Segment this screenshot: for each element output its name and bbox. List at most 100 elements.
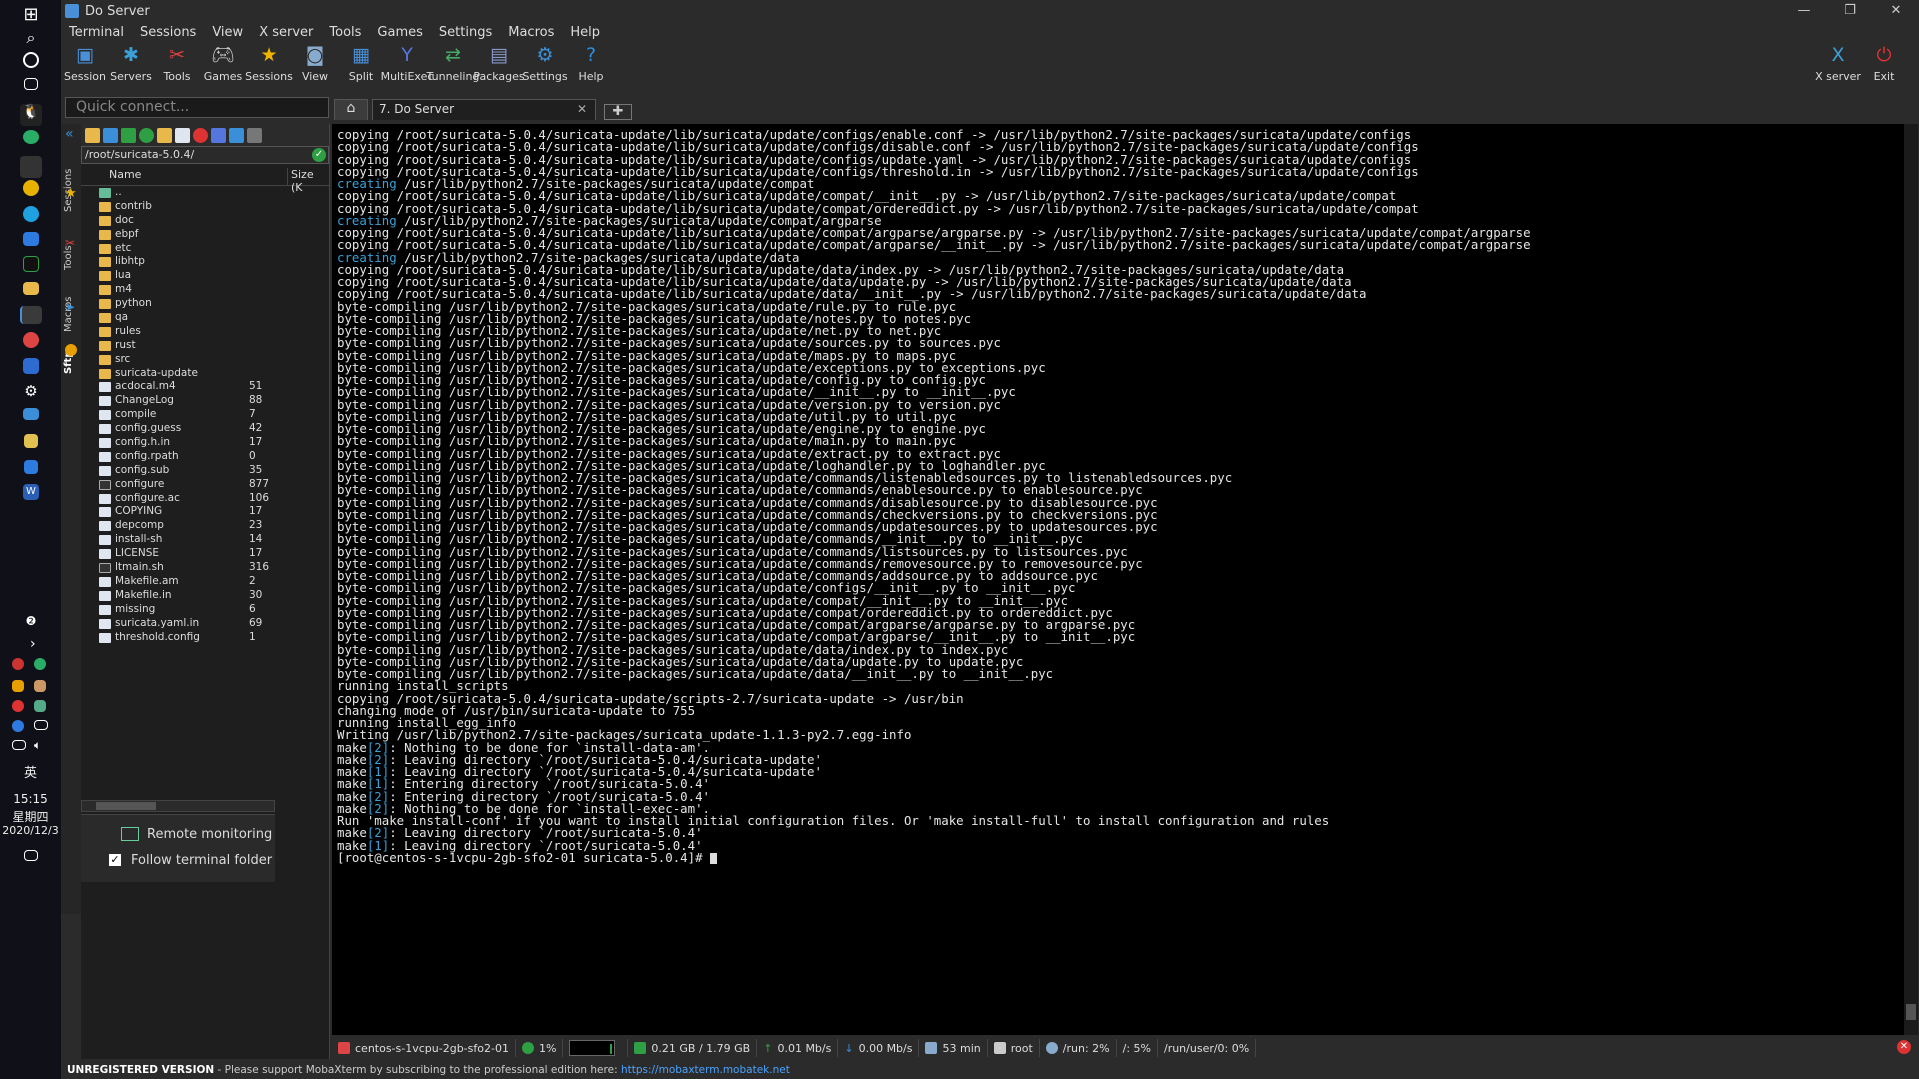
tray-info-icon[interactable]: ❷ [20,614,42,636]
sftp-home-icon[interactable] [85,127,100,143]
tray-wechat-icon[interactable] [34,658,46,670]
file-row[interactable]: rust [81,339,329,353]
sftp-new-folder-icon[interactable] [157,127,172,143]
file-row[interactable]: config.guess 42 [81,422,329,436]
file-row[interactable]: configure.ac 106 [81,492,329,506]
file-row[interactable]: missing 6 [81,603,329,617]
file-row[interactable]: compile 7 [81,408,329,422]
edge-icon[interactable] [23,206,39,222]
tray-network-icon[interactable] [12,740,26,750]
app-icon-outlook[interactable] [24,460,38,474]
tray-qq-icon[interactable] [12,658,24,670]
sftp-rename-icon[interactable] [211,127,226,143]
terminal-scrollbar[interactable] [1904,124,1918,1035]
mobatek-link[interactable]: https://mobaxterm.mobatek.net [621,1064,790,1076]
file-row[interactable]: qa [81,311,329,325]
file-row[interactable]: Makefile.in 30 [81,589,329,603]
menu-sessions[interactable]: Sessions [132,25,204,40]
windows-start-icon[interactable]: ⊞ [20,4,42,26]
search-icon[interactable]: ⌕ [20,28,42,50]
menu-games[interactable]: Games [369,25,430,40]
sftp-upload-icon[interactable] [121,127,136,143]
cortana-icon[interactable] [23,52,39,68]
ime-indicator[interactable]: 英 [0,762,61,781]
maximize-button[interactable]: ❐ [1827,0,1873,22]
tray-arrow-icon[interactable] [12,720,24,732]
file-row[interactable]: install-sh 14 [81,533,329,547]
file-row[interactable]: contrib [81,200,329,214]
path-ok-icon[interactable]: ✓ [312,148,326,162]
sftp-refresh-icon[interactable] [139,127,154,143]
wechat-icon[interactable] [23,130,39,144]
file-row[interactable]: python [81,297,329,311]
toolbar-exit-button[interactable]: ⏻ Exit [1856,44,1912,83]
close-button[interactable]: ✕ [1873,0,1919,22]
column-name[interactable]: Name [81,168,287,185]
file-row[interactable]: COPYING 17 [81,505,329,519]
file-row[interactable]: m4 [81,283,329,297]
checkbox-checked-icon[interactable]: ✓ [109,854,121,866]
sftp-settings-icon[interactable] [247,127,262,143]
follow-terminal-checkbox[interactable]: ✓ Follow terminal folder [81,847,275,873]
notification-center-icon[interactable] [24,850,38,861]
file-row[interactable]: suricata-update [81,367,329,381]
file-row[interactable]: configure 877 [81,478,329,492]
sftp-delete-icon[interactable] [193,127,208,143]
menu-tools[interactable]: Tools [321,25,369,40]
pycharm-icon[interactable] [23,256,39,272]
file-row[interactable]: src [81,353,329,367]
minimize-button[interactable]: — [1781,0,1827,22]
chrome-icon[interactable] [23,180,39,196]
sftp-permissions-icon[interactable] [229,127,244,143]
file-row[interactable]: etc [81,242,329,256]
file-row[interactable]: threshold.config 1 [81,631,329,645]
file-row[interactable]: lua [81,269,329,283]
mobaxterm-icon[interactable] [20,306,42,324]
clock-time[interactable]: 15:15 [0,792,61,806]
column-size[interactable]: Size (K [287,168,327,194]
tray-shield-icon[interactable] [12,680,24,692]
file-row[interactable]: suricata.yaml.in 69 [81,617,329,631]
file-row[interactable]: libhtp [81,255,329,269]
menu-xserver[interactable]: X server [251,25,321,40]
clock-weekday[interactable]: 星期四 [0,808,61,825]
qq-icon[interactable]: 🐧 [20,104,42,126]
word-icon[interactable]: W [23,484,39,500]
scrollbar-thumb[interactable] [96,802,156,810]
menu-terminal[interactable]: Terminal [61,25,132,40]
file-explorer-icon[interactable] [23,282,39,295]
collapse-sidebar-icon[interactable]: « [65,126,74,142]
browser-icon[interactable] [23,332,39,348]
remote-monitoring-button[interactable]: Remote monitoring [81,821,275,847]
file-row[interactable]: doc [81,214,329,228]
file-row[interactable]: ebpf [81,228,329,242]
home-tab[interactable]: ⌂ [334,99,368,120]
toolbar-help-button[interactable]: ? Help [563,44,619,83]
sftp-new-file-icon[interactable] [175,127,190,143]
file-row[interactable]: ChangeLog 88 [81,394,329,408]
file-row[interactable]: config.h.in 17 [81,436,329,450]
notepad-icon[interactable] [24,434,38,448]
clock-date[interactable]: 2020/12/3 [0,824,61,837]
sftp-path-field[interactable]: /root/suricata-5.0.4/ ✓ [81,146,329,164]
tray-red-icon[interactable] [12,700,24,712]
scrollbar-thumb[interactable] [1906,1004,1916,1020]
sftp-horizontal-scrollbar[interactable] [81,800,275,812]
tab-do-server[interactable]: 7. Do Server ✕ [372,99,596,120]
app-icon-monitor[interactable] [23,408,39,420]
menu-macros[interactable]: Macros [500,25,562,40]
file-row[interactable]: ltmain.sh 316 [81,561,329,575]
terminal-app-icon[interactable] [20,156,42,178]
file-row[interactable]: config.rpath 0 [81,450,329,464]
virtualbox-icon[interactable] [23,358,39,374]
terminal-prompt-line[interactable]: [root@centos-s-1vcpu-2gb-sfo2-01 suricat… [337,851,1904,864]
quick-connect-input[interactable]: Quick connect... [65,97,329,118]
task-view-icon[interactable] [24,78,38,90]
tray-volume-icon[interactable]: 🔈︎ [34,738,56,760]
app-icon-blue[interactable] [23,232,39,246]
tray-app-icon[interactable] [34,680,46,692]
settings-gear-icon[interactable]: ⚙ [20,382,42,404]
file-row[interactable]: .. [81,186,329,200]
menu-view[interactable]: View [204,25,251,40]
menu-settings[interactable]: Settings [431,25,500,40]
